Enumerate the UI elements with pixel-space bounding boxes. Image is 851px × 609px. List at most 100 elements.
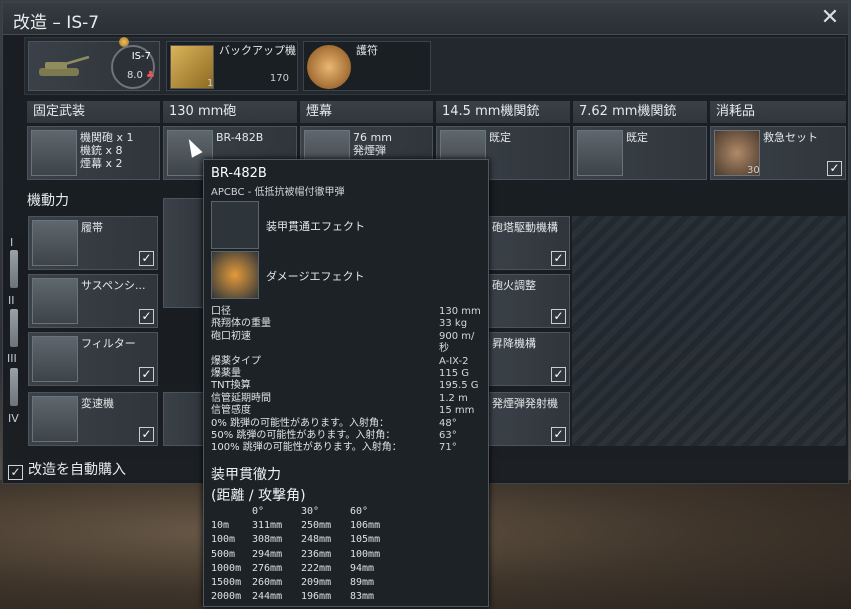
pen-cell: 260mm — [252, 577, 283, 589]
stat-value: A-IX-2 — [439, 355, 469, 367]
range-cell: 1500m — [211, 577, 242, 589]
stat-value: 63° — [439, 430, 457, 442]
tracks-mod[interactable]: 履帯 ✓ — [28, 216, 158, 270]
penetration-subtitle: (距離 / 攻撃角) — [211, 488, 306, 504]
elevation-checkbox[interactable]: ✓ — [551, 367, 566, 382]
angle-header: 30° — [301, 506, 320, 517]
stat-row: 信管延期時間 1.2 m — [211, 393, 481, 405]
vehicle-name: IS-7 — [131, 51, 151, 62]
ammo-tooltip: BR-482B APCBC - 低抵抗被帽付徹甲弾 装甲貫通エフェクト ダメージ… — [203, 159, 489, 607]
range-cell: 500m — [211, 548, 236, 560]
vehicle-card[interactable]: IS-7 8.0 ♣ — [28, 37, 160, 91]
damage-effect-label: ダメージエフェクト — [266, 270, 365, 283]
stat-label: 0% 跳弾の可能性があります。入射角： — [211, 417, 390, 429]
suspension-label: サスペンシ... — [81, 279, 146, 292]
stat-row: 50% 跳弾の可能性があります。入射角： 63° — [211, 430, 481, 442]
mg-ammo-cell[interactable]: 既定 — [573, 126, 707, 180]
pen-cell: 106mm — [350, 520, 381, 532]
tier-bar-3 — [10, 368, 18, 406]
stat-row: 飛翔体の重量 33 kg — [211, 318, 481, 330]
smoke-launcher-mod[interactable]: 発煙弾発射機 ✓ — [488, 392, 570, 446]
stat-label: 砲口初速 — [211, 330, 251, 342]
close-button[interactable]: ✕ — [818, 6, 842, 30]
hmg-ammo-text: 既定 — [489, 131, 511, 144]
elevation-label: 昇降機構 — [492, 337, 536, 350]
range-cell: 2000m — [211, 591, 242, 603]
suspension-checkbox[interactable]: ✓ — [139, 309, 154, 324]
autobuy-checkbox[interactable]: ✓ — [8, 465, 23, 480]
stat-row: 0% 跳弾の可能性があります。入射角： 48° — [211, 418, 481, 430]
elevation-mod[interactable]: 昇降機構 ✓ — [488, 332, 570, 386]
column-header-cannon: 130 mm砲 — [163, 101, 297, 123]
fire-control-label: 砲火調整 — [492, 279, 536, 292]
fixed-weapons-icon — [31, 130, 77, 176]
penetration-table: 0° 30° 60° 10m 311mm 250mm 106mm 100m 308mm 248… — [211, 505, 399, 604]
pen-cell: 94mm — [350, 562, 375, 574]
stat-label: 口径 — [211, 306, 231, 317]
stat-row: TNT換算 195.5 G — [211, 380, 481, 392]
fire-control-mod[interactable]: 砲火調整 ✓ — [488, 274, 570, 328]
turret-drive-mod[interactable]: 砲塔駆動機構 ✓ — [488, 216, 570, 270]
filter-icon — [32, 336, 78, 382]
filter-checkbox[interactable]: ✓ — [139, 367, 154, 382]
pen-cell: 83mm — [350, 591, 375, 603]
tier-label-1: I — [10, 236, 14, 249]
pen-cell: 244mm — [252, 591, 283, 603]
column-header-hmg: 14.5 mm機関銃 — [436, 101, 570, 123]
backup-vehicle-slot[interactable]: バックアップ機 1 170 — [166, 41, 298, 91]
range-cell: 1000m — [211, 562, 242, 574]
tier-bar-2 — [10, 309, 18, 347]
tooltip-ammo-name: BR-482B — [211, 166, 267, 181]
talisman-slot[interactable]: 護符 — [303, 41, 431, 91]
fire-control-checkbox[interactable]: ✓ — [551, 309, 566, 324]
stat-value: 15 mm — [439, 405, 475, 417]
cannon-ammo-text: BR-482B — [216, 131, 264, 144]
smoke-launcher-checkbox[interactable]: ✓ — [551, 427, 566, 442]
stat-row: 爆薬量 115 G — [211, 368, 481, 380]
transmission-checkbox[interactable]: ✓ — [139, 427, 154, 442]
angle-header: 60° — [350, 506, 369, 517]
range-cell: 100m — [211, 534, 236, 546]
pen-cell: 250mm — [301, 520, 332, 532]
pen-cell: 105mm — [350, 534, 381, 546]
first-aid-checkbox[interactable]: ✓ — [827, 161, 842, 176]
locked-area — [572, 216, 846, 446]
fixed-weapons-cell[interactable]: 機関砲 x 1 機銃 x 8 煙幕 x 2 — [27, 126, 160, 180]
autobuy-toggle[interactable]: ✓ 改造を自動購入 — [8, 459, 126, 480]
tier-label-4: IV — [8, 412, 19, 425]
mod-column-2-row-1[interactable] — [163, 198, 208, 308]
first-aid-text: 救急セット — [763, 131, 818, 144]
tracks-icon — [32, 220, 78, 266]
stat-label: 100% 跳弾の可能性があります。入射角： — [211, 442, 402, 454]
stat-label: 爆薬量 — [211, 368, 241, 380]
mod-column-2-row-4[interactable] — [163, 392, 208, 446]
stat-value: 33 kg — [439, 318, 468, 330]
stat-value: 48° — [439, 417, 457, 429]
pen-cell: 100mm — [350, 548, 381, 560]
penetration-row: 1000m 276mm 222mm 94mm — [211, 562, 399, 576]
penetration-row: 100m 308mm 248mm 105mm — [211, 533, 399, 547]
stat-row: 信管感度 15 mm — [211, 405, 481, 417]
window-title: 改造 – IS-7 — [13, 13, 100, 33]
column-header-mg: 7.62 mm機関銃 — [573, 101, 707, 123]
stat-label: 50% 跳弾の可能性があります。入射角： — [211, 430, 396, 442]
penetration-header-row: 0° 30° 60° — [211, 505, 399, 519]
tier-label-3: III — [7, 352, 17, 365]
first-aid-count: 30 — [747, 165, 760, 176]
tier-bar-1 — [10, 250, 18, 288]
penetration-row: 500m 294mm 236mm 100mm — [211, 548, 399, 562]
stat-label: 爆薬タイプ — [211, 355, 261, 367]
tracks-checkbox[interactable]: ✓ — [139, 251, 154, 266]
suspension-mod[interactable]: サスペンシ... ✓ — [28, 274, 158, 328]
transmission-label: 変速機 — [81, 397, 114, 410]
talisman-icon — [307, 45, 351, 89]
pen-cell: 222mm — [301, 562, 332, 574]
tank-icon — [39, 55, 90, 76]
backup-count: 1 — [207, 78, 214, 89]
filter-mod[interactable]: フィルター ✓ — [28, 332, 158, 386]
turret-drive-checkbox[interactable]: ✓ — [551, 251, 566, 266]
first-aid-cell[interactable]: 救急セット 30 ✓ — [710, 126, 846, 180]
fixed-weapons-text: 機関砲 x 1 機銃 x 8 煙幕 x 2 — [80, 131, 134, 170]
vehicle-battle-rating: 8.0 ♣ — [126, 70, 155, 81]
transmission-mod[interactable]: 変速機 ✓ — [28, 392, 158, 446]
